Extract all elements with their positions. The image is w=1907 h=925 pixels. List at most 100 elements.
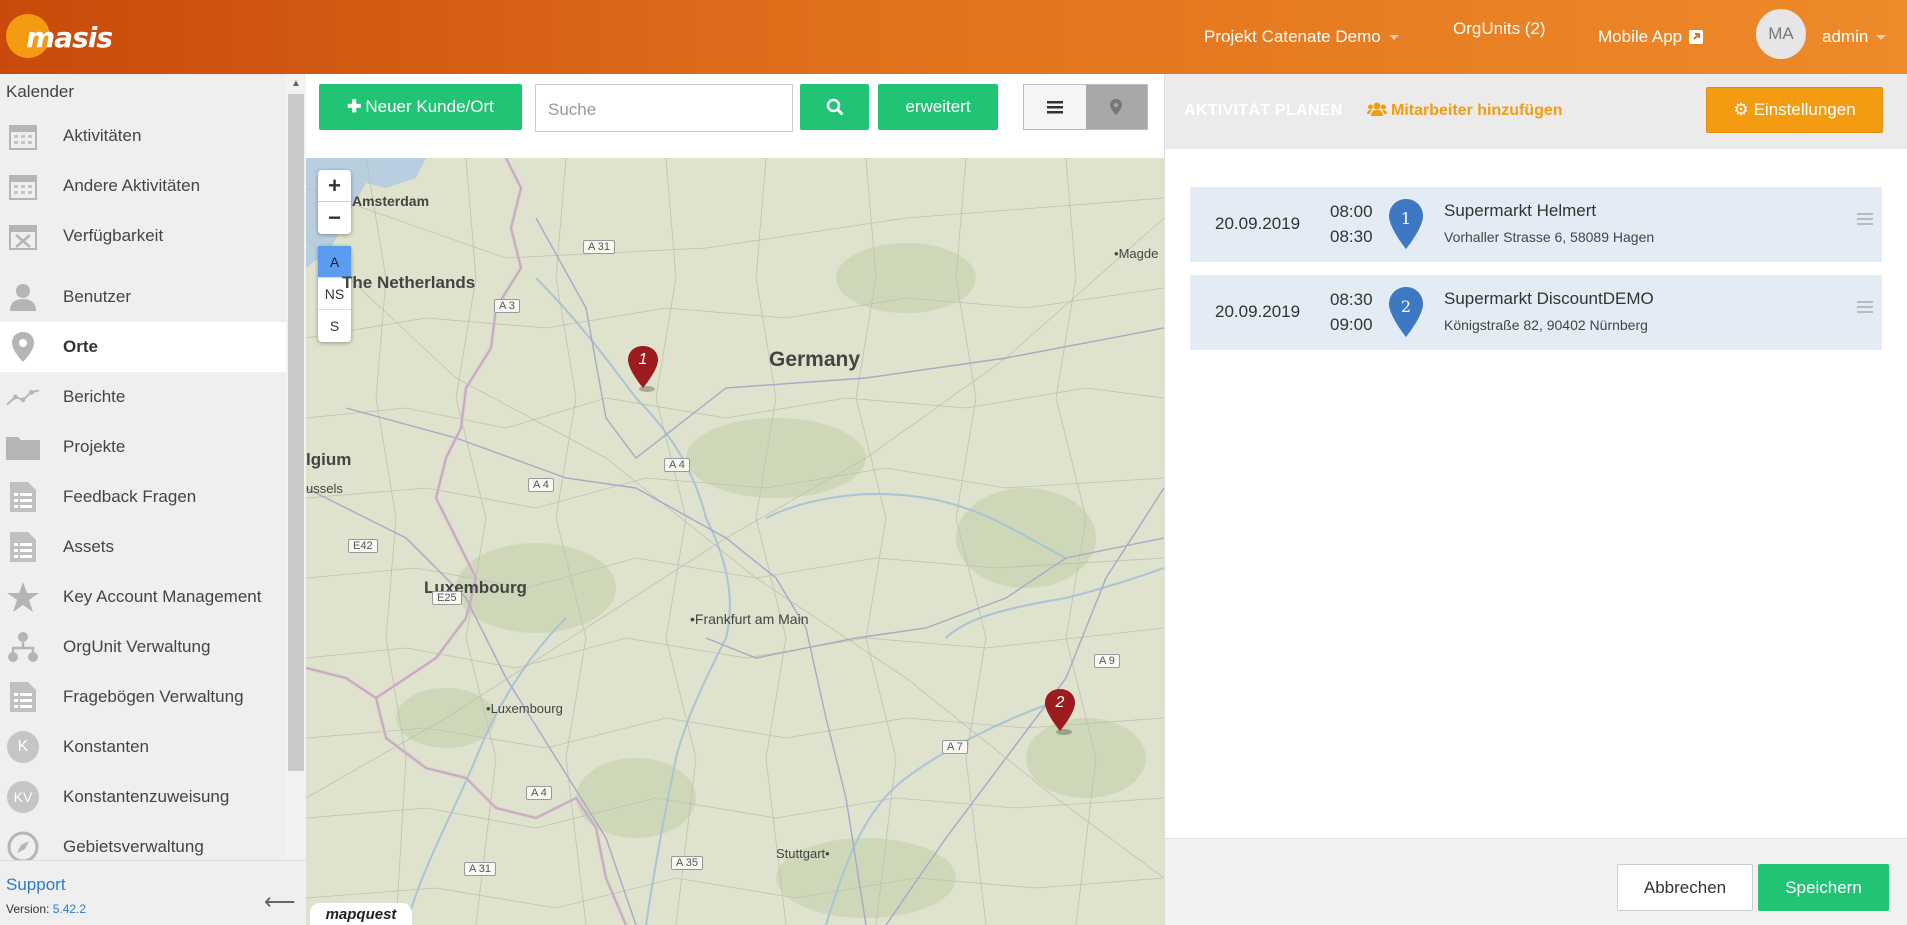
- chevron-down-icon: [1876, 34, 1887, 40]
- list-icon: [1046, 101, 1063, 114]
- calendar-icon: [6, 120, 40, 152]
- scroll-up-icon[interactable]: ▲: [291, 78, 301, 89]
- avatar[interactable]: MA: [1756, 9, 1806, 59]
- calendar-x-icon: [6, 220, 40, 252]
- sidebar-footer: Support Version: 5.42.2 ⟵: [0, 860, 306, 925]
- plan-activity-panel: AKTIVITÄT PLANEN Mitarbeiter hinzufügen …: [1164, 74, 1907, 925]
- gear-icon: ⚙: [1733, 100, 1749, 119]
- drag-handle-icon[interactable]: [1857, 213, 1873, 228]
- zoom-out-button[interactable]: −: [318, 202, 351, 234]
- road-label: A 9: [1094, 654, 1120, 668]
- map-marker-2[interactable]: 2: [1042, 687, 1078, 735]
- user-icon: [6, 281, 40, 313]
- sidebar-item-aktivitaeten[interactable]: Aktivitäten: [0, 111, 286, 161]
- kv-circle-icon: KV: [6, 781, 40, 813]
- list-view-button[interactable]: [1024, 85, 1086, 129]
- map-marker-1[interactable]: 1: [625, 344, 661, 392]
- activity-end-time: 09:00: [1330, 315, 1373, 334]
- road-label: A 4: [664, 458, 690, 472]
- mapquest-logo[interactable]: mapquest: [310, 903, 412, 925]
- road-label: A 3: [494, 299, 520, 313]
- kv-badge: KV: [7, 781, 39, 813]
- city-name: Magde: [1118, 246, 1159, 261]
- mobile-app-label: Mobile App: [1598, 27, 1683, 46]
- sidebar-item-projekte[interactable]: Projekte: [0, 422, 286, 472]
- search-icon: [826, 98, 844, 116]
- user-menu[interactable]: admin: [1822, 0, 1887, 74]
- avatar-initials: MA: [1768, 24, 1794, 43]
- sidebar-item-label: Benutzer: [63, 287, 132, 306]
- sidebar-item-orte[interactable]: Orte: [0, 322, 286, 372]
- sidebar-item-key-account-management[interactable]: Key Account Management: [0, 572, 286, 622]
- sidebar-item-label: Aktivitäten: [63, 126, 142, 145]
- add-employee-link[interactable]: Mitarbeiter hinzufügen: [1367, 102, 1563, 120]
- map-view-button[interactable]: [1085, 85, 1147, 129]
- project-dropdown[interactable]: Projekt Catenate Demo: [1204, 0, 1399, 74]
- search-input[interactable]: Suche: [535, 84, 793, 132]
- panel-title: AKTIVITÄT PLANEN: [1184, 102, 1343, 119]
- settings-label: Einstellungen: [1753, 100, 1856, 119]
- road-label: A 31: [464, 862, 497, 876]
- folder-icon: [6, 431, 40, 463]
- sidebar-item-assets[interactable]: Assets: [0, 522, 286, 572]
- sidebar-item-konstantenzuweisung[interactable]: KV Konstantenzuweisung: [0, 772, 286, 822]
- plus-icon: ✚: [347, 97, 362, 116]
- top-bar: masis Projekt Catenate Demo OrgUnits (2)…: [0, 0, 1907, 74]
- road-label: A 35: [671, 856, 704, 870]
- map-layer-switcher: A NS S: [318, 246, 351, 342]
- drag-handle-icon[interactable]: [1857, 301, 1873, 316]
- country-label: The Netherlands: [342, 273, 476, 292]
- sidebar-item-andere-aktivitaeten[interactable]: Andere Aktivitäten: [0, 161, 286, 211]
- city-label-stuttgart: Stuttgart•: [776, 846, 830, 861]
- activity-item[interactable]: 20.09.2019 08:30 09:00 2 Supermarkt Disc…: [1190, 275, 1882, 350]
- users-icon: [1367, 102, 1387, 116]
- sidebar-item-gebietsverwaltung[interactable]: Gebietsverwaltung: [0, 822, 286, 860]
- settings-button[interactable]: ⚙ Einstellungen: [1706, 87, 1883, 133]
- advanced-search-button[interactable]: erweitert: [878, 84, 998, 130]
- sidebar: Kalender Aktivitäten Andere Aktivitäten …: [0, 74, 306, 925]
- sidebar-item-berichte[interactable]: Berichte: [0, 372, 286, 422]
- sidebar-item-verfuegbarkeit[interactable]: Verfügbarkeit: [0, 211, 286, 261]
- masis-logo[interactable]: masis: [6, 8, 113, 58]
- sidebar-item-label: Gebietsverwaltung: [63, 837, 204, 856]
- zoom-control: + −: [318, 170, 351, 234]
- support-link[interactable]: Support: [6, 875, 66, 895]
- map-view[interactable]: + − A NS S The Netherlands Germany Luxem…: [306, 158, 1164, 925]
- city-name: Stuttgart: [776, 846, 826, 861]
- add-employee-label: Mitarbeiter hinzufügen: [1391, 102, 1563, 119]
- version-number[interactable]: 5.42.2: [53, 902, 86, 916]
- sidebar-item-benutzer[interactable]: Benutzer: [0, 272, 286, 322]
- sidebar-item-label: Berichte: [63, 387, 126, 406]
- sidebar-item-frageboegen-verwaltung[interactable]: Fragebögen Verwaltung: [0, 672, 286, 722]
- marker-number: 2: [1400, 297, 1412, 316]
- sidebar-item-label: Fragebögen Verwaltung: [63, 687, 244, 706]
- search-placeholder: Suche: [548, 100, 597, 119]
- sidebar-item-feedback-fragen[interactable]: Feedback Fragen: [0, 472, 286, 522]
- zoom-in-button[interactable]: +: [318, 170, 351, 202]
- save-button[interactable]: Speichern: [1758, 864, 1889, 911]
- search-button[interactable]: [800, 84, 869, 130]
- sidebar-item-label: Verfügbarkeit: [63, 226, 164, 245]
- cancel-button[interactable]: Abbrechen: [1617, 864, 1753, 911]
- toolbar: ✚ Neuer Kunde/Ort Suche erweitert: [306, 74, 1164, 148]
- sidebar-item-label: OrgUnit Verwaltung: [63, 637, 211, 656]
- sidebar-menu: Kalender Aktivitäten Andere Aktivitäten …: [0, 74, 286, 860]
- road-label: A 31: [583, 240, 616, 254]
- sidebar-item-label: Key Account Management: [63, 587, 262, 606]
- country-label: lgium: [306, 450, 352, 469]
- layer-s-button[interactable]: S: [318, 310, 351, 342]
- new-customer-button[interactable]: ✚ Neuer Kunde/Ort: [319, 84, 522, 130]
- new-customer-label: Neuer Kunde/Ort: [365, 97, 494, 116]
- activity-start-time: 08:00: [1330, 202, 1373, 221]
- activity-item[interactable]: 20.09.2019 08:00 08:30 1 Supermarkt Helm…: [1190, 187, 1882, 262]
- collapse-sidebar-icon[interactable]: ⟵: [264, 889, 296, 915]
- calendar-icon: [6, 170, 40, 202]
- document-list-icon: [6, 681, 40, 713]
- orgunits-link[interactable]: OrgUnits (2): [1453, 0, 1546, 66]
- mobile-app-link[interactable]: Mobile App: [1598, 0, 1704, 74]
- sidebar-scrollbar[interactable]: ▲: [286, 74, 306, 860]
- scrollbar-thumb[interactable]: [288, 94, 304, 771]
- sidebar-item-konstanten[interactable]: K Konstanten: [0, 722, 286, 772]
- city-label: Amsterdam: [352, 193, 430, 209]
- sidebar-item-orgunit-verwaltung[interactable]: OrgUnit Verwaltung: [0, 622, 286, 672]
